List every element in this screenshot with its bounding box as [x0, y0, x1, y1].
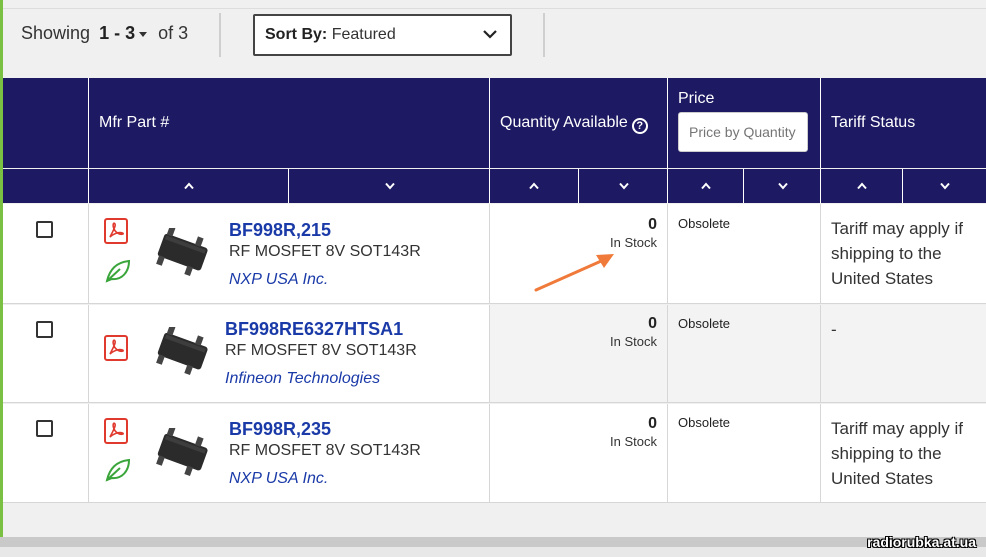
chevron-down-icon — [483, 30, 497, 39]
sort-label: Sort By: — [265, 26, 328, 43]
sort-row-tariff — [821, 169, 986, 203]
sort-row-blank — [3, 169, 89, 203]
sort-asc-button[interactable] — [821, 169, 903, 203]
tariff-cell: Tariff may apply if shipping to the Unit… — [821, 404, 986, 502]
price-cell: Obsolete — [668, 404, 821, 502]
quantity-value: 0 — [648, 315, 657, 332]
chip-image[interactable] — [147, 428, 217, 480]
tariff-cell: Tariff may apply if shipping to the Unit… — [821, 204, 986, 303]
sort-row-mfr — [89, 169, 490, 203]
chevron-down-icon — [384, 182, 395, 190]
header-select — [3, 78, 89, 168]
chevron-up-icon — [700, 182, 711, 190]
mfr-part-cell: BF998RE6327HTSA1 RF MOSFET 8V SOT143R In… — [89, 305, 490, 402]
header-label: Price — [678, 90, 715, 107]
header-price: Price — [668, 78, 821, 168]
pdf-icon[interactable] — [104, 218, 128, 244]
header-tariff: Tariff Status — [821, 78, 986, 168]
pdf-icon[interactable] — [104, 418, 128, 444]
select-cell — [3, 204, 89, 303]
pdf-icon[interactable] — [104, 335, 128, 361]
part-number-link[interactable]: BF998R,235 — [229, 419, 331, 440]
header-mfr-part: Mfr Part # — [89, 78, 490, 168]
sort-asc-button[interactable] — [668, 169, 744, 203]
header-label: Mfr Part # — [99, 114, 170, 131]
sort-desc-button[interactable] — [579, 169, 668, 203]
toolbar-divider — [543, 13, 545, 57]
quantity-cell: 0 In Stock — [490, 305, 668, 402]
manufacturer-link[interactable]: NXP USA Inc. — [229, 271, 328, 289]
price-cell: Obsolete — [668, 305, 821, 402]
part-number-link[interactable]: BF998R,215 — [229, 220, 331, 241]
quantity-header-text: Quantity Available — [500, 114, 628, 131]
watermark-text: radiorubka.at.ua — [867, 534, 976, 550]
tariff-status: - — [831, 320, 837, 339]
price-cell: Obsolete — [668, 204, 821, 303]
chip-image[interactable] — [147, 228, 217, 280]
select-cell — [3, 305, 89, 402]
showing-total: of 3 — [158, 23, 189, 43]
row-checkbox[interactable] — [36, 420, 53, 437]
leaf-icon[interactable] — [104, 258, 132, 284]
price-status: Obsolete — [678, 415, 731, 430]
chevron-down-icon — [618, 182, 629, 190]
chevron-down-icon — [939, 182, 950, 190]
sort-select[interactable]: Sort By: Featured — [253, 14, 512, 56]
sort-desc-button[interactable] — [289, 169, 490, 203]
quantity-value: 0 — [648, 216, 657, 233]
leaf-icon[interactable] — [104, 457, 132, 483]
sort-desc-button[interactable] — [903, 169, 986, 203]
question-circle-icon[interactable]: ? — [631, 118, 648, 134]
header-label: Quantity Available? — [500, 114, 648, 134]
row-checkbox[interactable] — [36, 221, 53, 238]
manufacturer-link[interactable]: NXP USA Inc. — [229, 470, 328, 488]
table-row: BF998R,235 RF MOSFET 8V SOT143R NXP USA … — [3, 404, 986, 503]
chevron-down-icon — [777, 182, 788, 190]
sort-value: Featured — [331, 26, 396, 43]
showing-range[interactable]: 1 - 3 — [99, 23, 135, 43]
tariff-cell: - — [821, 305, 986, 402]
sort-row-quantity — [490, 169, 668, 203]
stock-status: In Stock — [610, 334, 657, 349]
horizontal-scrollbar[interactable] — [0, 537, 986, 547]
chevron-up-icon — [529, 182, 539, 190]
part-number-link[interactable]: BF998RE6327HTSA1 — [225, 319, 403, 340]
price-by-quantity-input[interactable] — [678, 112, 808, 152]
part-description: RF MOSFET 8V SOT143R — [225, 342, 417, 359]
quantity-value: 0 — [648, 415, 657, 432]
showing-label: Showing — [21, 23, 91, 43]
results-count: Showing 1 - 3 of 3 — [21, 23, 188, 44]
mfr-part-cell: BF998R,235 RF MOSFET 8V SOT143R NXP USA … — [89, 404, 490, 502]
sort-desc-button[interactable] — [744, 169, 821, 203]
table-row: BF998RE6327HTSA1 RF MOSFET 8V SOT143R In… — [3, 305, 986, 403]
sort-row-price — [668, 169, 821, 203]
row-checkbox[interactable] — [36, 321, 53, 338]
select-cell — [3, 404, 89, 502]
annotation-arrow-icon — [534, 254, 614, 292]
tariff-status: Tariff may apply if shipping to the Unit… — [831, 419, 963, 488]
mfr-part-cell: BF998R,215 RF MOSFET 8V SOT143R NXP USA … — [89, 204, 490, 303]
toolbar-divider — [219, 13, 221, 57]
header-quantity: Quantity Available? — [490, 78, 668, 168]
header-label: Tariff Status — [831, 114, 916, 131]
table-row: BF998R,215 RF MOSFET 8V SOT143R NXP USA … — [3, 204, 986, 304]
manufacturer-link[interactable]: Infineon Technologies — [225, 370, 380, 388]
part-description: RF MOSFET 8V SOT143R — [229, 442, 421, 459]
stock-status: In Stock — [610, 434, 657, 449]
quantity-cell: 0 In Stock — [490, 404, 668, 502]
price-status: Obsolete — [678, 316, 731, 331]
sort-asc-button[interactable] — [490, 169, 579, 203]
tariff-status: Tariff may apply if shipping to the Unit… — [831, 219, 963, 288]
bottom-strip — [0, 547, 986, 557]
part-description: RF MOSFET 8V SOT143R — [229, 243, 421, 260]
price-status: Obsolete — [678, 216, 731, 231]
range-caret-icon[interactable] — [139, 31, 148, 37]
chevron-up-icon — [183, 182, 194, 190]
chevron-up-icon — [856, 182, 867, 190]
sort-asc-button[interactable] — [89, 169, 289, 203]
chip-image[interactable] — [147, 327, 217, 379]
results-toolbar: Showing 1 - 3 of 3 Sort By: Featured — [3, 8, 986, 70]
